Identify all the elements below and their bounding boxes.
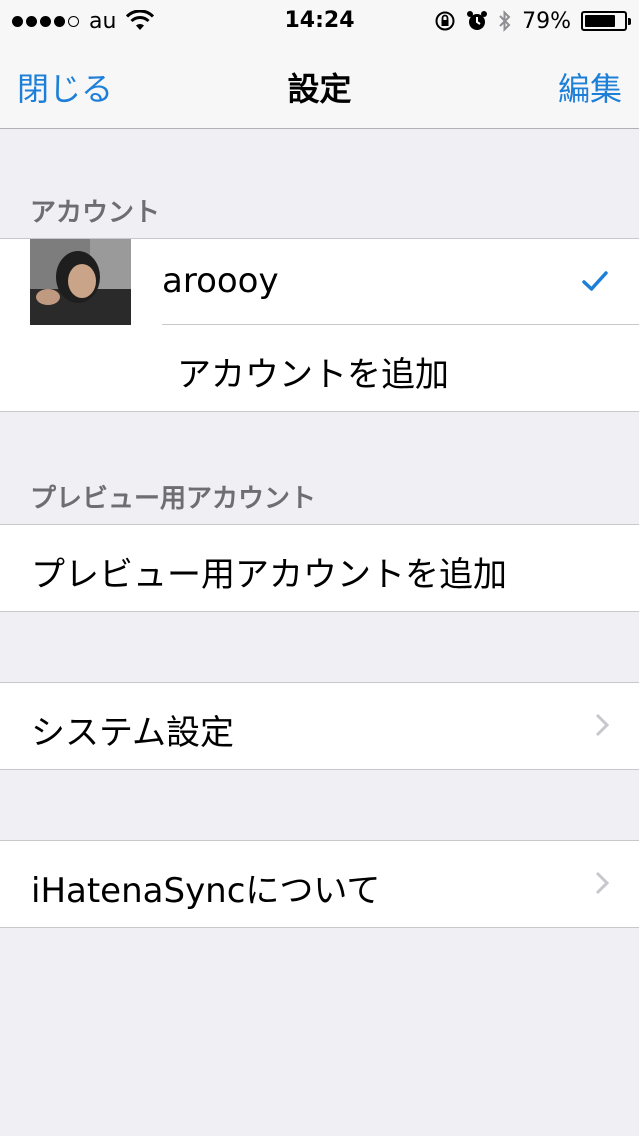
avatar: [30, 239, 131, 325]
alarm-icon: [467, 11, 488, 30]
system-settings-row[interactable]: システム設定: [0, 683, 639, 769]
edit-button[interactable]: 編集: [558, 64, 622, 110]
add-account-row[interactable]: アカウントを追加: [0, 325, 639, 411]
preview-group: プレビュー用アカウントを追加: [0, 524, 639, 612]
status-bar: au 14:24 79%: [0, 0, 639, 40]
battery-icon: [581, 11, 631, 31]
add-preview-account-row[interactable]: プレビュー用アカウントを追加: [0, 525, 639, 611]
section-header-preview: プレビュー用アカウント: [30, 484, 317, 514]
account-name: aroooy: [162, 261, 279, 301]
checkmark-icon: [582, 271, 608, 291]
navigation-bar: 閉じる 設定 編集: [0, 40, 639, 129]
section-header-account: アカウント: [30, 198, 161, 228]
account-row[interactable]: aroooy: [0, 239, 639, 325]
about-row[interactable]: iHatenaSyncについて: [0, 841, 639, 927]
bluetooth-icon: [499, 10, 511, 32]
battery-level-fill: [585, 15, 616, 27]
account-group: aroooy アカウントを追加: [0, 238, 639, 412]
system-settings-label: システム設定: [31, 713, 234, 753]
about-label: iHatenaSyncについて: [31, 871, 381, 911]
chevron-right-icon: [595, 713, 609, 737]
battery-percent: 79%: [522, 8, 571, 34]
about-group: iHatenaSyncについて: [0, 840, 639, 928]
add-account-label: アカウントを追加: [177, 355, 449, 395]
system-group: システム設定: [0, 682, 639, 770]
chevron-right-icon: [595, 871, 609, 895]
page-title: 設定: [287, 70, 352, 108]
orientation-lock-icon: [435, 11, 455, 31]
status-right: 79%: [434, 8, 631, 34]
add-preview-account-label: プレビュー用アカウントを追加: [31, 555, 507, 595]
